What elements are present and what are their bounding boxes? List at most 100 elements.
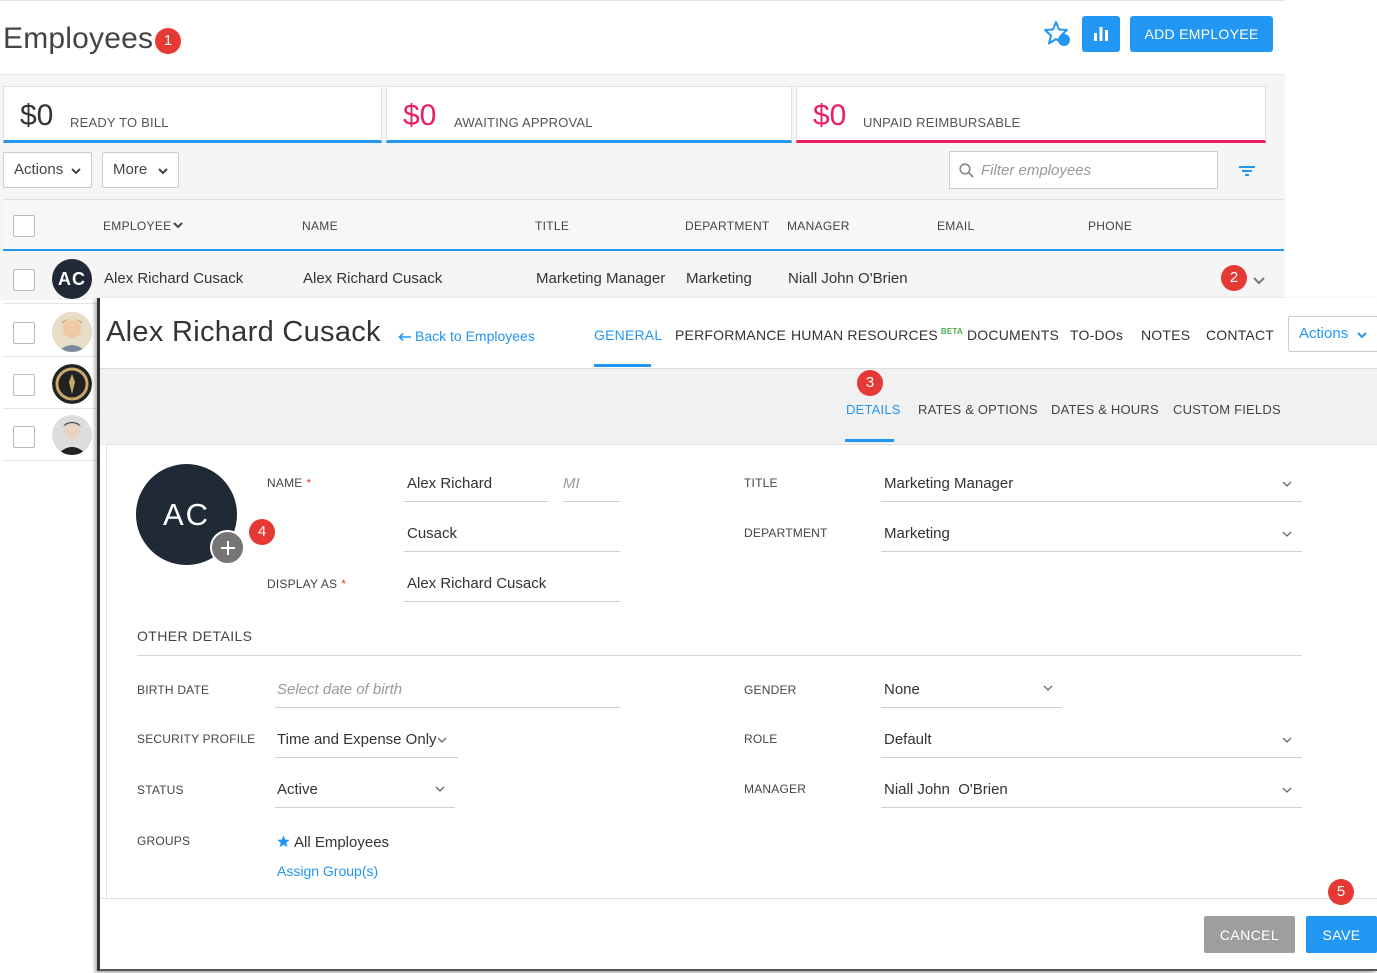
field-underline xyxy=(881,757,1302,758)
column-department[interactable]: DEPARTMENT xyxy=(685,219,770,233)
row-divider xyxy=(3,460,98,461)
footer-divider xyxy=(100,898,1377,899)
tab-performance[interactable]: PERFORMANCE xyxy=(675,327,786,343)
role-select[interactable]: Default xyxy=(884,731,932,748)
chevron-down-icon[interactable] xyxy=(1282,737,1292,744)
actions-label: Actions xyxy=(14,161,64,178)
detail-actions-label: Actions xyxy=(1299,325,1349,342)
stat-amount: $0 xyxy=(20,99,54,132)
reports-chart-button[interactable] xyxy=(1082,16,1120,52)
chevron-down-icon[interactable] xyxy=(435,786,445,793)
subtab-dates-hours[interactable]: DATES & HOURS xyxy=(1051,402,1159,417)
manager-select[interactable]: Niall John O'Brien xyxy=(884,781,1008,798)
role-label: ROLE xyxy=(744,732,778,746)
column-employee[interactable]: EMPLOYEE xyxy=(103,219,171,233)
sort-chevron-icon[interactable] xyxy=(173,222,183,229)
chevron-down-icon xyxy=(1357,332,1367,339)
assign-groups-link[interactable]: Assign Group(s) xyxy=(277,863,378,879)
field-underline xyxy=(881,501,1302,502)
gender-select[interactable]: None xyxy=(884,681,920,698)
subtab-details[interactable]: DETAILS xyxy=(846,402,901,417)
save-button[interactable]: SAVE xyxy=(1306,916,1377,953)
cell-manager: Niall John O'Brien xyxy=(788,270,908,287)
cell-name: Alex Richard Cusack xyxy=(303,270,443,287)
annotation-badge-2: 2 xyxy=(1221,265,1247,291)
tab-general[interactable]: GENERAL xyxy=(594,327,662,343)
field-underline xyxy=(275,707,620,708)
subtab-custom-fields[interactable]: CUSTOM FIELDS xyxy=(1173,402,1281,417)
back-to-employees-link[interactable]: Back to Employees xyxy=(398,328,535,344)
row-divider xyxy=(3,356,98,357)
middle-initial-field[interactable]: MI xyxy=(563,475,580,492)
row-checkbox[interactable] xyxy=(13,426,35,448)
add-photo-button[interactable] xyxy=(210,530,245,565)
title-select[interactable]: Marketing Manager xyxy=(884,475,1013,492)
chevron-down-icon[interactable] xyxy=(437,737,447,744)
department-select[interactable]: Marketing xyxy=(884,525,950,542)
department-label: DEPARTMENT xyxy=(744,526,828,540)
annotation-badge-3: 3 xyxy=(857,370,883,396)
row-checkbox[interactable] xyxy=(13,269,35,291)
tab-todos[interactable]: TO-DOs xyxy=(1070,327,1123,343)
display-as-field[interactable]: Alex Richard Cusack xyxy=(407,575,546,592)
field-underline xyxy=(275,757,458,758)
chevron-down-icon[interactable] xyxy=(1043,685,1053,692)
name-label: NAME * xyxy=(267,476,311,490)
security-profile-select[interactable]: Time and Expense Only xyxy=(277,731,437,748)
detail-actions-dropdown[interactable]: Actions xyxy=(1288,316,1377,352)
status-label: STATUS xyxy=(137,783,184,797)
first-middle-name-field[interactable]: Alex Richard xyxy=(407,475,492,492)
actions-dropdown[interactable]: Actions xyxy=(3,152,92,188)
column-title[interactable]: TITLE xyxy=(535,219,569,233)
row-divider xyxy=(3,303,98,304)
column-manager[interactable]: MANAGER xyxy=(787,219,850,233)
filter-employees-input[interactable]: Filter employees xyxy=(949,151,1218,189)
column-email[interactable]: EMAIL xyxy=(937,219,975,233)
last-name-field[interactable]: Cusack xyxy=(407,525,457,542)
birth-date-field[interactable]: Select date of birth xyxy=(277,681,402,698)
tab-contact[interactable]: CONTACT xyxy=(1206,327,1274,343)
cell-title: Marketing Manager xyxy=(536,270,666,287)
stat-awaiting-approval[interactable]: $0 AWAITING APPROVAL xyxy=(386,86,792,143)
search-icon xyxy=(959,163,974,178)
top-divider xyxy=(0,0,1285,1)
page-title: Employees xyxy=(3,22,154,55)
tab-documents[interactable]: DOCUMENTS xyxy=(967,327,1059,343)
more-dropdown[interactable]: More xyxy=(102,152,179,188)
chevron-down-icon[interactable] xyxy=(1282,787,1292,794)
chevron-down-icon xyxy=(158,168,168,175)
stat-label: UNPAID REIMBURSABLE xyxy=(863,115,1021,130)
chevron-down-icon xyxy=(71,168,81,175)
row-expand-chevron-icon[interactable] xyxy=(1253,277,1265,285)
cancel-button[interactable]: CANCEL xyxy=(1204,916,1295,953)
column-phone[interactable]: PHONE xyxy=(1088,219,1132,233)
details-content xyxy=(106,444,1377,898)
required-asterisk: * xyxy=(341,577,347,591)
annotation-badge-1: 1 xyxy=(155,28,181,54)
filter-icon[interactable] xyxy=(1238,164,1256,178)
status-select[interactable]: Active xyxy=(277,781,318,798)
favorite-star-icon[interactable] xyxy=(1043,19,1075,51)
add-employee-button[interactable]: ADD EMPLOYEE xyxy=(1130,16,1273,52)
stat-unpaid-reimbursable[interactable]: $0 UNPAID REIMBURSABLE xyxy=(796,86,1266,143)
back-link-label: Back to Employees xyxy=(415,328,535,344)
field-underline xyxy=(404,501,548,502)
plus-icon xyxy=(220,541,235,555)
filter-placeholder: Filter employees xyxy=(981,162,1092,179)
select-all-checkbox[interactable] xyxy=(13,215,35,237)
tab-human-resources[interactable]: HUMAN RESOURCES BETA xyxy=(791,327,963,343)
name-label-text: NAME xyxy=(267,476,303,490)
employee-photo xyxy=(52,312,92,352)
subtab-rates-options[interactable]: RATES & OPTIONS xyxy=(918,402,1038,417)
stat-ready-to-bill[interactable]: $0 READY TO BILL xyxy=(3,86,382,143)
active-tab-indicator xyxy=(594,364,651,367)
chevron-down-icon[interactable] xyxy=(1282,531,1292,538)
tab-notes[interactable]: NOTES xyxy=(1141,327,1190,343)
column-name[interactable]: NAME xyxy=(302,219,338,233)
chevron-down-icon[interactable] xyxy=(1282,481,1292,488)
row-checkbox[interactable] xyxy=(13,374,35,396)
section-divider xyxy=(137,655,1302,656)
row-checkbox[interactable] xyxy=(13,322,35,344)
security-profile-label: SECURITY PROFILE xyxy=(137,732,256,746)
cell-employee[interactable]: Alex Richard Cusack xyxy=(104,270,243,287)
